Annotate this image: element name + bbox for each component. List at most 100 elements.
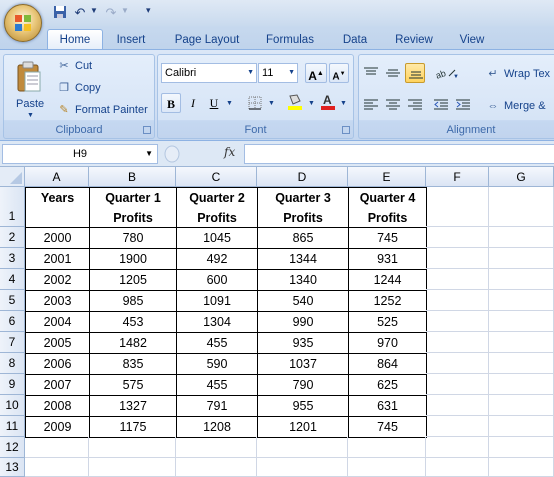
data-cell[interactable]: 955 [257, 395, 349, 417]
empty-cell[interactable] [489, 269, 554, 290]
empty-cell[interactable] [89, 458, 176, 477]
data-cell[interactable]: 492 [176, 248, 258, 270]
column-header-a[interactable]: A [25, 167, 89, 187]
empty-cell[interactable] [426, 311, 489, 332]
empty-cell[interactable] [426, 290, 489, 311]
empty-cell[interactable] [489, 416, 554, 437]
insert-function-button[interactable]: fx [224, 145, 235, 159]
row-header-7[interactable]: 7 [0, 332, 25, 353]
empty-cell[interactable] [426, 458, 489, 477]
align-right-button[interactable] [405, 95, 425, 115]
cut-button[interactable]: ✂ Cut [56, 57, 92, 75]
empty-cell[interactable] [489, 437, 554, 458]
row-header-6[interactable]: 6 [0, 311, 25, 332]
data-cell[interactable]: 1244 [348, 269, 427, 291]
fill-color-dropdown-icon[interactable]: ▼ [308, 100, 315, 107]
save-icon[interactable] [52, 5, 68, 21]
grow-font-button[interactable]: A▲ [305, 63, 327, 83]
merge-center-button[interactable]: ⇔ Merge & [486, 97, 546, 115]
empty-cell[interactable] [489, 374, 554, 395]
data-cell[interactable]: 2007 [25, 374, 90, 396]
column-header-c[interactable]: C [176, 167, 257, 187]
data-cell[interactable]: 2001 [25, 248, 90, 270]
empty-cell[interactable] [426, 332, 489, 353]
header-cell[interactable]: Quarter 1 Profits [89, 187, 177, 228]
data-cell[interactable]: 2000 [25, 227, 90, 249]
header-cell[interactable]: Years [25, 187, 90, 228]
column-header-g[interactable]: G [489, 167, 554, 187]
copy-button[interactable]: ❐ Copy [56, 79, 101, 97]
data-cell[interactable]: 453 [89, 311, 177, 333]
data-cell[interactable]: 865 [257, 227, 349, 249]
increase-indent-button[interactable] [453, 95, 473, 115]
empty-cell[interactable] [426, 395, 489, 416]
align-middle-button[interactable] [383, 63, 403, 83]
empty-cell[interactable] [426, 437, 489, 458]
data-cell[interactable]: 864 [348, 353, 427, 375]
shrink-font-button[interactable]: A▼ [329, 63, 349, 83]
paste-dropdown-icon[interactable]: ▼ [27, 112, 34, 119]
column-header-b[interactable]: B [89, 167, 176, 187]
data-cell[interactable]: 575 [89, 374, 177, 396]
data-cell[interactable]: 1344 [257, 248, 349, 270]
underline-dropdown-icon[interactable]: ▼ [226, 100, 233, 107]
font-name-select[interactable]: Calibri ▼ [161, 63, 257, 83]
empty-cell[interactable] [25, 458, 89, 477]
empty-cell[interactable] [489, 248, 554, 269]
data-cell[interactable]: 1208 [176, 416, 258, 438]
data-cell[interactable]: 1327 [89, 395, 177, 417]
data-cell[interactable]: 590 [176, 353, 258, 375]
column-header-e[interactable]: E [348, 167, 426, 187]
data-cell[interactable]: 1900 [89, 248, 177, 270]
header-cell[interactable]: Quarter 3 Profits [257, 187, 349, 228]
decrease-indent-button[interactable] [431, 95, 451, 115]
data-cell[interactable]: 631 [348, 395, 427, 417]
empty-cell[interactable] [426, 374, 489, 395]
office-button[interactable] [4, 4, 42, 42]
data-cell[interactable]: 1175 [89, 416, 177, 438]
row-header-2[interactable]: 2 [0, 227, 25, 248]
tab-data[interactable]: Data [336, 30, 374, 50]
underline-button[interactable]: U [204, 93, 224, 113]
tab-insert[interactable]: Insert [108, 30, 154, 50]
empty-cell[interactable] [489, 187, 554, 227]
align-top-button[interactable] [361, 63, 381, 83]
data-cell[interactable]: 2005 [25, 332, 90, 354]
column-header-f[interactable]: F [426, 167, 489, 187]
empty-cell[interactable] [489, 290, 554, 311]
customize-qat-icon[interactable]: ▾ [146, 5, 151, 16]
data-cell[interactable]: 1304 [176, 311, 258, 333]
empty-cell[interactable] [426, 187, 489, 227]
data-cell[interactable]: 1205 [89, 269, 177, 291]
data-cell[interactable]: 1252 [348, 290, 427, 312]
data-cell[interactable]: 790 [257, 374, 349, 396]
tab-view[interactable]: View [452, 30, 492, 50]
data-cell[interactable]: 2006 [25, 353, 90, 375]
tab-review[interactable]: Review [388, 30, 440, 50]
header-cell[interactable]: Quarter 2 Profits [176, 187, 258, 228]
data-cell[interactable]: 2004 [25, 311, 90, 333]
format-painter-button[interactable]: ✎ Format Painter [56, 101, 147, 119]
bold-button[interactable]: B [161, 93, 181, 113]
empty-cell[interactable] [257, 437, 348, 458]
data-cell[interactable]: 540 [257, 290, 349, 312]
tab-page-layout[interactable]: Page Layout [168, 30, 246, 50]
empty-cell[interactable] [426, 269, 489, 290]
data-cell[interactable]: 1091 [176, 290, 258, 312]
data-cell[interactable]: 1201 [257, 416, 349, 438]
data-cell[interactable]: 2009 [25, 416, 90, 438]
italic-button[interactable]: I [183, 93, 203, 113]
data-cell[interactable]: 2003 [25, 290, 90, 312]
data-cell[interactable]: 970 [348, 332, 427, 354]
row-header-12[interactable]: 12 [0, 437, 25, 458]
tab-home[interactable]: Home [47, 29, 103, 51]
undo-icon[interactable]: ↶ [72, 5, 88, 21]
data-cell[interactable]: 455 [176, 374, 258, 396]
fill-color-button[interactable] [284, 91, 306, 111]
row-header-3[interactable]: 3 [0, 248, 25, 269]
wrap-text-button[interactable]: ↵ Wrap Tex [486, 65, 550, 83]
redo-icon[interactable]: ↷ [103, 5, 119, 21]
empty-cell[interactable] [489, 227, 554, 248]
row-header-1[interactable]: 1 [0, 187, 25, 227]
borders-dropdown-icon[interactable]: ▼ [268, 100, 275, 107]
